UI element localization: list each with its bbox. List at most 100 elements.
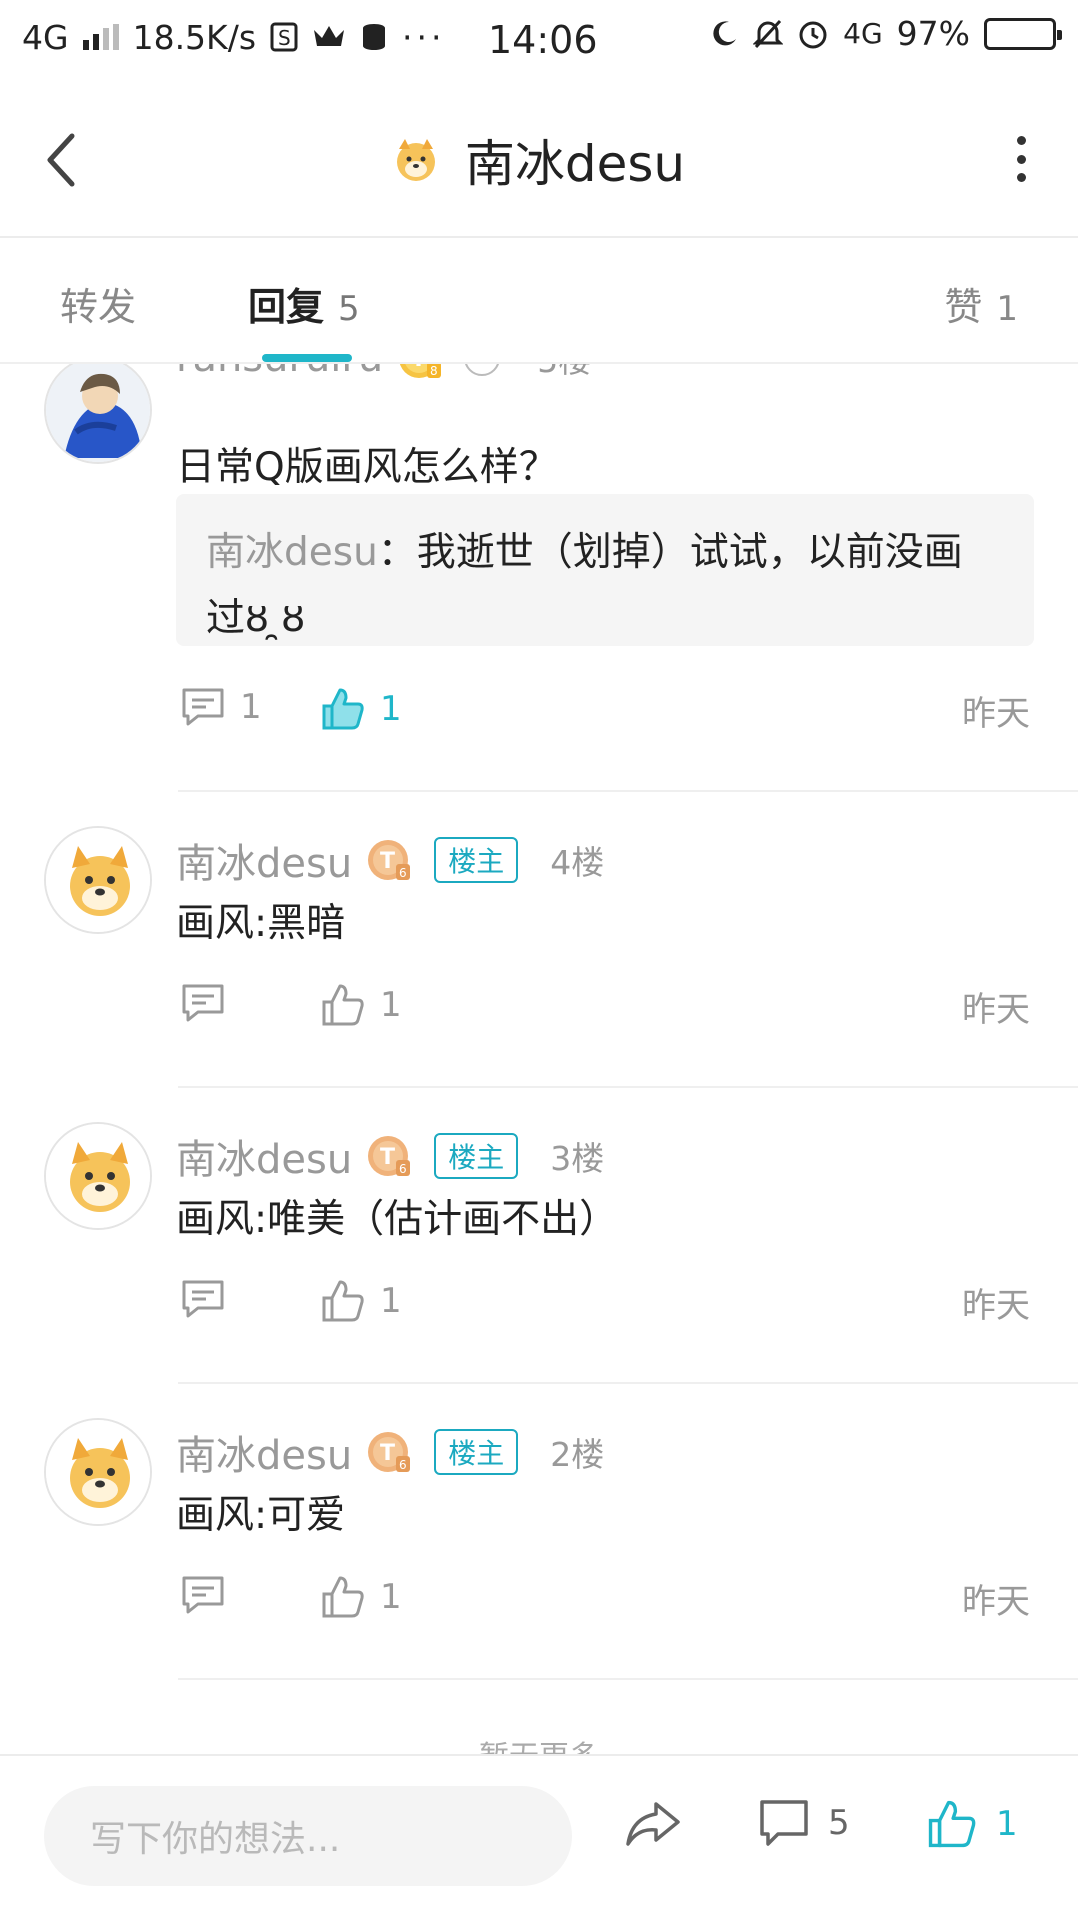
level-badge-icon: T6 [368,1136,411,1176]
bottom-bar: 写下你的想法... 5 1 [0,1754,1078,1910]
mute-bell-icon [753,19,784,48]
reply-actions: 1 昨天 [180,1278,1030,1328]
bottom-like-count: 1 [996,1804,1018,1844]
comment-button[interactable]: 1 [180,686,262,728]
battery-icon [984,17,1062,50]
panda-sticker-icon [465,364,500,376]
svg-text:T: T [380,1145,395,1170]
bottom-like-button[interactable]: 1 [926,1798,1018,1850]
reply-username[interactable]: ransuruiru [176,364,383,381]
crown-icon [314,26,345,46]
quote-username[interactable]: 南冰desu [206,530,378,575]
tab-forward[interactable]: 转发 [60,276,136,331]
comment-button[interactable] [180,1278,240,1320]
network-type: 4G [22,17,69,57]
like-button[interactable]: 1 [320,1574,402,1620]
quote-text-line2: 过ȣ ̯ȣ [206,596,306,641]
floor-number: 2楼 [550,1435,605,1474]
reply-header: 南冰desu T6 楼主 2楼 [176,1422,604,1482]
tab-bar: 转发 回复 5 赞1 [0,238,1078,362]
reply-actions: 1 昨天 [180,982,1030,1032]
reply-header: 南冰desu T6 楼主 3楼 [176,1126,604,1186]
tab-reply-label: 回复 [248,285,325,329]
like-count: 1 [380,689,402,729]
owner-badge: 楼主 [434,1429,519,1475]
level-number: 6 [399,1162,407,1176]
level-badge-icon: T8 [400,364,442,378]
level-number: 6 [399,1458,407,1472]
doge-avatar-image [46,1420,150,1524]
owner-badge: 楼主 [434,1133,519,1179]
floor-number: 3楼 [550,1139,605,1178]
more-notifications-icon: ··· [402,17,446,57]
divider [178,1086,1078,1088]
like-button[interactable]: 1 [320,982,402,1028]
like-count: 1 [380,1281,402,1321]
comment-button[interactable] [180,1574,240,1616]
reply-time: 昨天 [962,990,1030,1030]
comment-input[interactable]: 写下你的想法... [44,1786,572,1886]
level-number: 6 [399,866,407,880]
app-s-icon: S [270,22,298,52]
thumbs-up-icon [322,1576,364,1618]
floor-number: 4楼 [550,843,605,882]
comments-button[interactable]: 5 [758,1798,850,1848]
comment-button[interactable] [180,982,240,1024]
svg-text:S: S [278,26,291,50]
bottom-comment-count: 5 [828,1803,850,1843]
avatar[interactable] [44,1122,152,1230]
divider [178,790,1078,792]
divider [178,1382,1078,1384]
svg-text:T: T [380,849,395,874]
network-speed: 18.5K/s [132,17,257,57]
nav-bar: 南冰desu [0,84,1078,236]
share-button[interactable] [624,1798,682,1850]
nav-title: 南冰desu [0,124,1078,196]
avatar[interactable] [44,1418,152,1526]
more-vertical-icon[interactable] [1014,136,1028,182]
reply-text: 画风:黑暗 [176,901,346,946]
avatar[interactable] [44,364,152,464]
comment-icon [182,688,224,726]
level-badge-icon: T6 [368,840,411,880]
reply-list[interactable]: ransuruiru T8 5楼 日常Q版画风怎么样？ 南冰desu：我逝世（划… [0,364,1078,1754]
moon-icon [713,20,737,45]
reply-username[interactable]: 南冰desu [176,831,352,889]
level-badge-icon: T6 [368,1432,411,1472]
battery-percent: 97% [896,14,970,53]
signal-icon [82,24,119,50]
reply-username[interactable]: 南冰desu [176,1127,352,1185]
reply-time: 昨天 [962,1582,1030,1622]
comment-icon [760,1800,808,1846]
reply-header: 南冰desu T6 楼主 4楼 [176,830,604,890]
like-count: 1 [380,985,402,1025]
owner-badge: 楼主 [434,837,519,883]
svg-text:T: T [380,1441,395,1466]
reply-username[interactable]: 南冰desu [176,1423,352,1481]
comment-icon [182,1280,224,1318]
like-button[interactable]: 1 [320,686,402,732]
doge-avatar-image [46,1124,150,1228]
svg-text:T: T [411,364,426,372]
tab-like[interactable]: 赞1 [944,276,1018,331]
tab-reply[interactable]: 回复 5 [248,276,360,331]
network-type-right: 4G [843,17,883,50]
status-time: 14:06 [488,18,598,62]
quote-text-line1: ：我逝世（划掉）试试，以前没画 [377,530,963,575]
doge-emoji-icon [396,139,435,181]
reply-text: 画风:唯美（估计画不出） [176,1197,619,1242]
reply-text: 画风:可爱 [176,1493,346,1538]
level-number: 8 [430,364,438,378]
reply-text: 日常Q版画风怎么样？ [176,445,558,490]
doge-avatar-image [46,828,150,932]
like-button[interactable]: 1 [320,1278,402,1324]
user-avatar-image [46,364,150,462]
quoted-reply[interactable]: 南冰desu：我逝世（划掉）试试，以前没画 过ȣ ̯ȣ [176,494,1034,646]
comment-icon [182,1576,224,1614]
avatar[interactable] [44,826,152,934]
tab-forward-label: 转发 [60,285,137,329]
thumbs-up-icon [322,984,364,1026]
thumbs-up-icon [322,688,364,730]
reply-actions: 1 昨天 [180,1574,1030,1624]
comment-icon [182,984,224,1022]
